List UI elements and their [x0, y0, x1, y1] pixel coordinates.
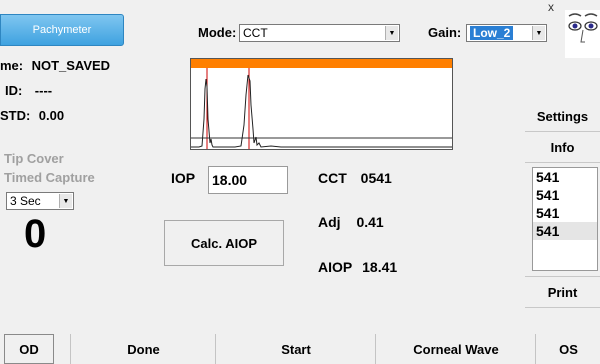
mode-select[interactable]: CCT ▼ — [239, 24, 400, 42]
close-icon[interactable]: x — [548, 0, 554, 14]
iop-label: IOP — [171, 170, 196, 186]
tip-cover-option[interactable]: Tip Cover — [4, 151, 64, 166]
iop-input[interactable] — [208, 166, 288, 194]
start-label: Start — [281, 341, 311, 357]
calc-aiop-button[interactable]: Calc. AIOP — [164, 220, 284, 266]
aiop-result: AIOP 18.41 — [318, 259, 397, 275]
adj-value: 0.41 — [356, 214, 384, 230]
patient-id-value: ---- — [34, 83, 53, 98]
cct-label: CCT — [318, 170, 347, 186]
od-label: OD — [19, 341, 39, 357]
list-item[interactable]: 541 — [533, 186, 597, 204]
aiop-label: AIOP — [318, 259, 353, 275]
mode-label: Mode: — [198, 25, 237, 40]
list-item[interactable]: 541 — [533, 222, 597, 240]
logo — [565, 10, 600, 58]
info-button[interactable]: Info — [525, 132, 600, 163]
cct-result: CCT 0541 — [318, 170, 392, 186]
patient-std-label: STD: — [0, 108, 31, 123]
corneal-wave-button[interactable]: Corneal Wave — [375, 334, 536, 364]
os-label: OS — [559, 341, 578, 357]
done-button[interactable]: Done — [70, 334, 216, 364]
capture-counter: 0 — [24, 212, 47, 256]
list-item[interactable]: 541 — [533, 204, 597, 222]
mode-select-value: CCT — [243, 26, 268, 40]
od-button[interactable]: OD — [4, 334, 54, 364]
chevron-down-icon: ▼ — [59, 194, 72, 208]
waveform-line — [191, 74, 452, 148]
eye-face-logo-icon — [568, 13, 598, 43]
patient-name-row: me: NOT_SAVED — [0, 57, 110, 75]
start-button[interactable]: Start — [215, 334, 376, 364]
settings-label: Settings — [536, 108, 589, 124]
waveform-display — [190, 58, 453, 150]
tab-pachymeter[interactable]: Pachymeter — [0, 14, 124, 46]
corneal-wave-label: Corneal Wave — [413, 341, 499, 357]
os-button[interactable]: OS — [535, 334, 600, 364]
adj-result: Adj 0.41 — [318, 214, 384, 230]
chevron-down-icon: ▼ — [532, 26, 545, 40]
cct-value: 0541 — [360, 170, 392, 186]
list-item[interactable]: 541 — [533, 168, 597, 186]
tab-pachymeter-label: Pachymeter — [32, 24, 92, 36]
patient-std-value: 0.00 — [38, 108, 65, 123]
capture-delay-select[interactable]: 3 Sec ▼ — [6, 192, 74, 210]
chevron-down-icon: ▼ — [385, 26, 398, 40]
calc-aiop-label: Calc. AIOP — [191, 235, 257, 251]
patient-id-row: ID: ---- — [5, 82, 52, 100]
aiop-value: 18.41 — [362, 259, 398, 275]
info-list[interactable]: 541 541 541 541 — [532, 167, 598, 271]
print-button[interactable]: Print — [525, 276, 600, 308]
patient-name-label: me: — [0, 58, 24, 73]
gain-label: Gain: — [428, 25, 462, 40]
info-label: Info — [550, 139, 575, 155]
timed-capture-option[interactable]: Timed Capture — [4, 170, 95, 185]
print-label: Print — [547, 284, 578, 300]
capture-delay-value: 3 Sec — [10, 194, 41, 208]
patient-name-value: NOT_SAVED — [31, 58, 111, 73]
gain-select-value: Low_2 — [470, 26, 514, 40]
done-label: Done — [127, 341, 160, 357]
patient-std-row: STD: 0.00 — [0, 107, 64, 125]
settings-button[interactable]: Settings — [525, 101, 600, 132]
adj-label: Adj — [318, 214, 341, 230]
gain-select[interactable]: Low_2 ▼ — [466, 24, 547, 42]
waveform-trace — [191, 68, 452, 149]
patient-id-label: ID: — [5, 83, 23, 98]
